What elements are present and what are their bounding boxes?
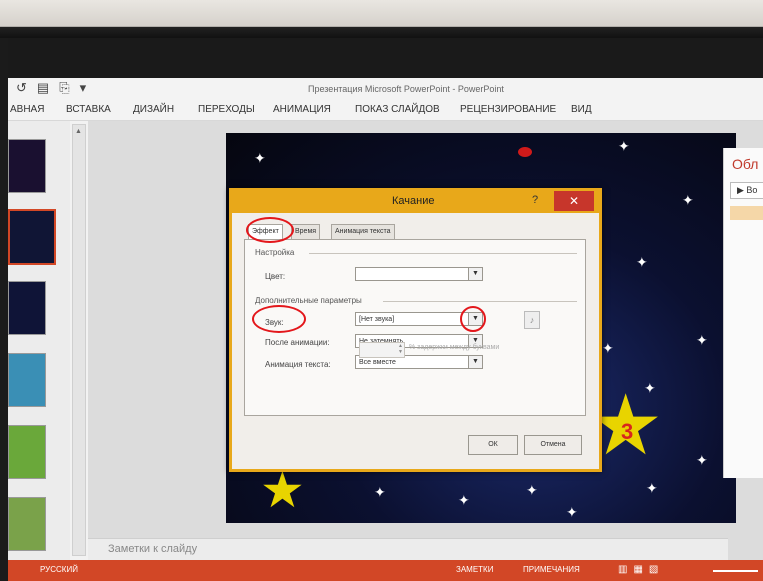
preview-icon[interactable]: ⎘ xyxy=(59,80,69,96)
slide-thumbnail[interactable] xyxy=(8,425,46,479)
status-bar: РУССКИЙ ЗАМЕТКИ ПРИМЕЧАНИЯ ▥▦▧ xyxy=(8,560,763,581)
dialog-title-bar: Качание ? ✕ xyxy=(232,191,599,213)
view-buttons[interactable]: ▥▦▧ xyxy=(618,564,664,575)
tab-timing[interactable]: Время xyxy=(291,224,321,240)
group-divider xyxy=(383,301,577,302)
white-star: ✦ xyxy=(696,332,708,348)
dialog-title: Качание xyxy=(392,195,435,207)
tab-view[interactable]: ВИД xyxy=(571,104,592,115)
chevron-down-icon[interactable]: ▼ xyxy=(468,268,482,280)
white-star: ✦ xyxy=(254,150,266,166)
color-label: Цвет: xyxy=(265,272,286,281)
group-additional-label: Дополнительные параметры xyxy=(255,296,362,305)
color-picker[interactable]: ▼ xyxy=(355,267,483,281)
annotation-circle xyxy=(252,305,306,333)
delay-label: % задержки между буквами xyxy=(409,344,500,351)
slide-thumbnail[interactable] xyxy=(8,497,46,551)
zoom-slider[interactable] xyxy=(713,570,758,572)
slide-thumbnail[interactable] xyxy=(8,139,46,193)
thumbnails-scrollbar[interactable]: ▲ xyxy=(72,124,86,556)
notes-pane[interactable]: Заметки к слайду xyxy=(88,538,728,561)
animation-pane: Обл ▶ Во xyxy=(723,148,763,478)
white-star: ✦ xyxy=(696,452,708,468)
tab-transitions[interactable]: ПЕРЕХОДЫ xyxy=(198,104,255,115)
notes-placeholder: Заметки к слайду xyxy=(108,543,198,555)
slide-thumbnail[interactable] xyxy=(8,281,46,335)
slide-thumbnail[interactable] xyxy=(8,353,46,407)
white-star: ✦ xyxy=(618,138,630,154)
chevron-down-icon[interactable]: ▼ xyxy=(468,356,482,368)
slide-thumbnails-pane xyxy=(8,121,70,561)
group-settings-label: Настройка xyxy=(255,248,295,257)
text-animation-label: Анимация текста: xyxy=(265,360,331,369)
tab-animations[interactable]: АНИМАЦИЯ xyxy=(273,104,331,115)
white-star: ✦ xyxy=(374,484,386,500)
customize-icon[interactable]: ▾ xyxy=(80,80,87,96)
tab-slide-show[interactable]: ПОКАЗ СЛАЙДОВ xyxy=(355,104,440,115)
save-icon[interactable]: ▤ xyxy=(37,80,49,96)
annotation-circle xyxy=(460,306,486,332)
quick-access-toolbar: ↺ ▤ ⎘ ▾ xyxy=(16,80,86,96)
speaker-icon[interactable]: ♪ xyxy=(524,311,540,329)
annotation-circle xyxy=(246,217,294,243)
white-star: ✦ xyxy=(526,482,538,498)
white-star: ✦ xyxy=(636,254,648,270)
tab-insert[interactable]: ВСТАВКА xyxy=(66,104,111,115)
ok-button[interactable]: ОК xyxy=(468,435,518,455)
window-title: Презентация Microsoft PowerPoint - Power… xyxy=(308,84,504,94)
animation-pane-title: Обл xyxy=(732,156,759,172)
screen-glare xyxy=(8,38,763,78)
comments-button[interactable]: ПРИМЕЧАНИЯ xyxy=(523,565,580,574)
language-indicator[interactable]: РУССКИЙ xyxy=(40,565,78,574)
sound-value: [Нет звука] xyxy=(359,316,395,323)
white-star: ✦ xyxy=(566,504,578,520)
white-star: ✦ xyxy=(602,340,614,356)
group-divider xyxy=(309,253,577,254)
white-star: ✦ xyxy=(682,192,694,208)
animation-list-item[interactable] xyxy=(730,206,763,220)
notes-button[interactable]: ЗАМЕТКИ xyxy=(456,565,493,574)
title-bar: ↺ ▤ ⎘ ▾ Презентация Microsoft PowerPoint… xyxy=(8,78,763,100)
after-animation-label: После анимации: xyxy=(265,338,330,347)
monitor-bezel xyxy=(0,0,763,38)
delay-spinner: ▲ ▼ xyxy=(359,342,405,358)
text-animation-value: Все вместе xyxy=(359,359,396,366)
yellow-star: ★ xyxy=(260,462,305,518)
scroll-up-icon[interactable]: ▲ xyxy=(75,128,82,135)
spin-icon: ▲ ▼ xyxy=(398,343,403,355)
help-button[interactable]: ? xyxy=(532,194,538,206)
tab-review[interactable]: РЕЦЕНЗИРОВАНИЕ xyxy=(460,104,556,115)
tab-design[interactable]: ДИЗАЙН xyxy=(133,104,174,115)
tab-home[interactable]: АВНАЯ xyxy=(10,104,44,115)
undo-icon[interactable]: ↺ xyxy=(16,80,27,96)
play-button[interactable]: ▶ Во xyxy=(730,182,763,199)
white-star: ✦ xyxy=(646,480,658,496)
slide-thumbnail-selected[interactable] xyxy=(8,209,56,265)
tab-text-animation[interactable]: Анимация текста xyxy=(331,224,395,240)
star-number: 3 xyxy=(621,419,634,444)
close-icon[interactable]: ✕ xyxy=(554,191,594,211)
ribbon-tabs: АВНАЯ ВСТАВКА ДИЗАЙН ПЕРЕХОДЫ АНИМАЦИЯ П… xyxy=(8,100,763,121)
white-star: ✦ xyxy=(458,492,470,508)
cancel-button[interactable]: Отмена xyxy=(524,435,582,455)
effect-options-dialog: Качание ? ✕ Эффект Время Анимация текста… xyxy=(229,188,602,472)
red-object xyxy=(518,147,532,157)
